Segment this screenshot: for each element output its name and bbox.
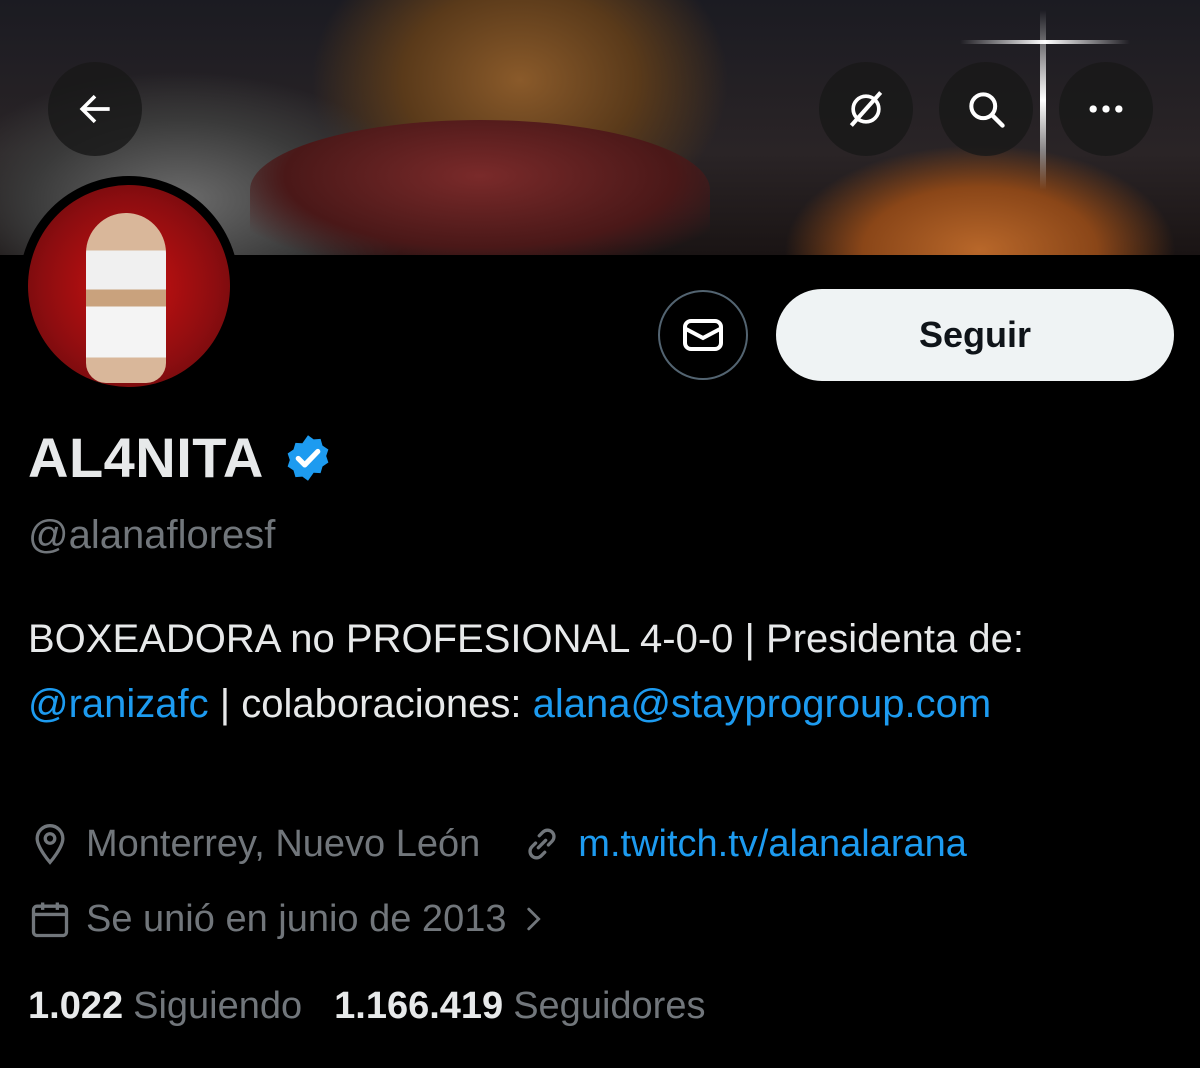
- back-button[interactable]: [48, 62, 142, 156]
- follow-stats: 1.022 Siguiendo 1.166.419 Seguidores: [28, 985, 737, 1028]
- link-icon: [528, 828, 556, 860]
- banner-sparkle: [1040, 10, 1046, 190]
- profile-handle: @alanafloresf: [28, 513, 276, 557]
- location-icon: [35, 824, 65, 865]
- avatar-container[interactable]: [19, 176, 239, 396]
- chevron-right-icon: [527, 907, 542, 931]
- banner-sparkle-horizontal: [960, 40, 1130, 44]
- grok-icon: [849, 91, 883, 127]
- arrow-left-icon: [79, 94, 110, 124]
- profile-meta-row: Monterrey, Nuevo León m.twitch.tv/alanal…: [28, 822, 967, 866]
- followers-stat[interactable]: 1.166.419 Seguidores: [334, 985, 705, 1028]
- joined-text: Se unió en junio de 2013: [86, 897, 507, 940]
- bio-email-link[interactable]: alana@stayprogroup.com: [533, 682, 992, 726]
- bio-text-2: | colaboraciones:: [208, 682, 533, 726]
- search-button[interactable]: [939, 62, 1033, 156]
- website-link[interactable]: m.twitch.tv/alanalarana: [578, 823, 967, 866]
- profile-bio: BOXEADORA no PROFESIONAL 4-0-0 | Preside…: [28, 607, 1178, 737]
- joined-row[interactable]: Se unió en junio de 2013: [28, 897, 564, 941]
- avatar: [28, 185, 230, 387]
- more-button[interactable]: [1059, 62, 1153, 156]
- bio-text: BOXEADORA no PROFESIONAL 4-0-0 | Preside…: [28, 617, 1024, 661]
- following-stat[interactable]: 1.022 Siguiendo: [28, 985, 302, 1028]
- calendar-icon: [31, 902, 69, 938]
- more-horizontal-icon: [1089, 105, 1123, 113]
- following-count: 1.022: [28, 985, 124, 1027]
- followers-label: Seguidores: [513, 985, 706, 1027]
- bio-mention-link[interactable]: @ranizafc: [28, 682, 209, 726]
- message-button[interactable]: [658, 290, 748, 380]
- location-text: Monterrey, Nuevo León: [86, 822, 481, 865]
- profile-name-row: AL4NITA: [28, 425, 334, 490]
- banner-artwork: [250, 120, 710, 255]
- search-icon: [969, 92, 1005, 128]
- follow-button[interactable]: Seguir: [776, 289, 1174, 381]
- display-name: AL4NITA: [28, 426, 264, 489]
- grok-button[interactable]: [819, 62, 913, 156]
- following-label: Siguiendo: [133, 985, 303, 1027]
- followers-count: 1.166.419: [334, 985, 504, 1027]
- envelope-icon: [683, 319, 723, 351]
- verified-badge-icon[interactable]: [282, 432, 334, 484]
- avatar-photo: [86, 213, 166, 383]
